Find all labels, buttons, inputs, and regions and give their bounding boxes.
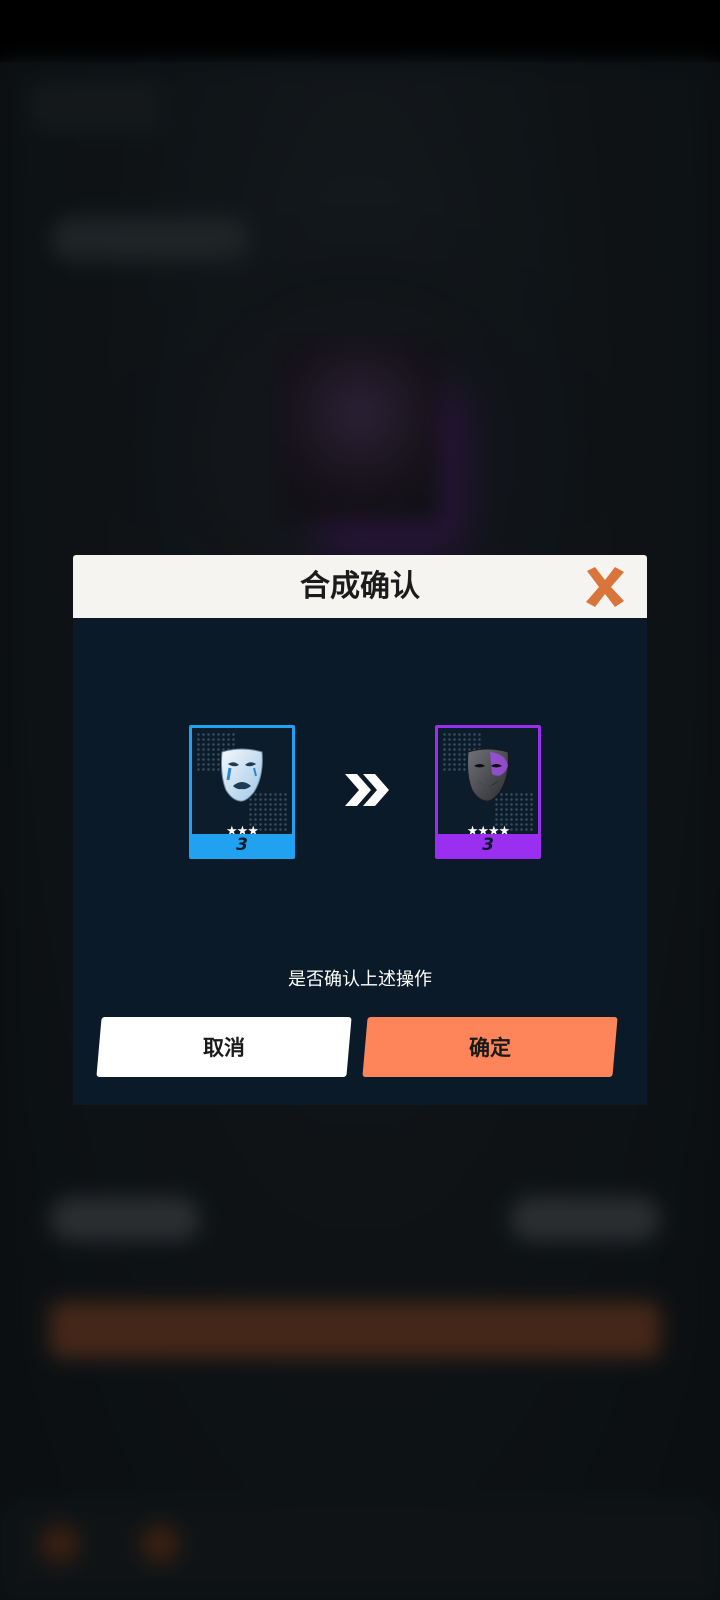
dialog-header: 合成确认 [73,555,647,618]
close-icon [586,567,624,607]
close-button[interactable] [581,563,629,611]
synthesis-confirm-dialog: 合成确认 ★★★ 3 ★★★★ 3 是否确认上述操作 取消 确定 [73,555,647,1105]
confirm-prompt: 是否确认上述操作 [288,969,432,990]
game-screen: 合成确认 ★★★ 3 ★★★★ 3 是否确认上述操作 取消 确定 [0,0,720,1600]
item-level: 3 [438,834,538,856]
result-item-card[interactable]: ★★★★ 3 [435,725,541,859]
item-level: 3 [192,834,292,856]
smiling-dark-mask-icon [467,748,509,802]
confirm-button-label: 确定 [469,1036,511,1060]
cancel-button[interactable]: 取消 [96,1017,352,1077]
confirm-button[interactable]: 确定 [362,1017,618,1077]
double-chevron-right-icon [345,774,389,806]
source-item-card[interactable]: ★★★ 3 [189,725,295,859]
cancel-button-label: 取消 [203,1036,245,1060]
status-bar [0,0,720,62]
dialog-title: 合成确认 [300,569,420,604]
crying-mask-icon [221,748,263,802]
